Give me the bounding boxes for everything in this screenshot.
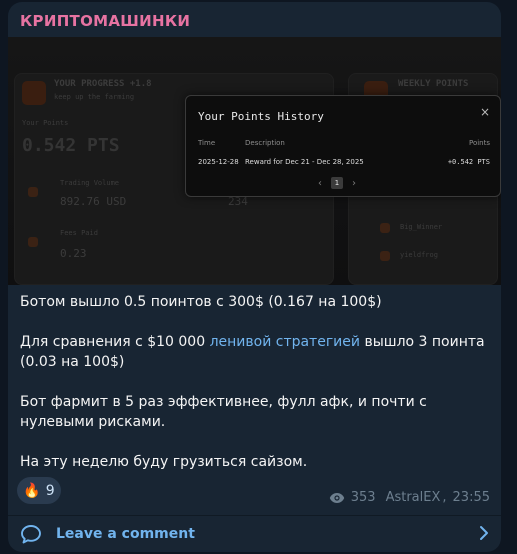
progress-title: YOUR PROGRESS +1.8 (54, 79, 152, 89)
eye-icon (329, 492, 344, 503)
volume-icon (28, 187, 38, 197)
fees-icon (28, 237, 38, 247)
fees-label: Fees Paid (60, 229, 98, 237)
paragraph-4: На эту неделю буду грузиться сайзом. (20, 454, 308, 470)
row-time: 2025-12-28 (198, 158, 239, 166)
lazy-strategy-link[interactable]: ленивой стратегией (210, 334, 360, 350)
trading-volume-label: Trading Volume (60, 179, 120, 187)
leave-comment-button[interactable]: Leave a comment (8, 516, 501, 552)
author-signature: AstralEX (385, 490, 441, 505)
chevron-right-icon (480, 526, 488, 540)
fees-value: 0.23 (60, 247, 87, 260)
prev-page-icon[interactable]: ‹ (318, 178, 322, 189)
message-bubble: КРИПТОМАШИНКИ YOUR PROGRESS +1.8 keep up… (8, 2, 501, 552)
leader2-name: yieldfrog (400, 251, 438, 259)
paragraph-3: Бот фармит в 5 раз эффективнее, фулл афк… (20, 394, 427, 430)
reaction-count: 9 (45, 482, 55, 499)
row-points: +0.542 PTS (447, 158, 490, 166)
leader1-avatar (380, 223, 390, 233)
screenshot-image[interactable]: YOUR PROGRESS +1.8 keep up the farming Y… (8, 37, 501, 285)
channel-name[interactable]: КРИПТОМАШИНКИ (20, 12, 190, 30)
pagination: ‹ 1 › (318, 175, 356, 191)
message-text: Ботом вышло 0.5 поинтов с 300$ (0.167 на… (20, 292, 490, 492)
leader1-name: Big_Winner (400, 223, 443, 231)
views-count: 353 (350, 490, 376, 505)
close-icon[interactable]: × (480, 105, 490, 119)
your-points-label: Your Points (22, 119, 69, 127)
post-time: 23:55 (452, 490, 490, 505)
leave-comment-label: Leave a comment (56, 526, 195, 542)
leader2-avatar (380, 251, 390, 261)
row-description: Reward for Dec 21 - Dec 28, 2025 (245, 158, 364, 166)
paragraph-1: Ботом вышло 0.5 поинтов с 300$ (0.167 на… (20, 294, 382, 310)
page-number[interactable]: 1 (331, 177, 343, 189)
comment-icon (21, 525, 41, 544)
weekly-title: WEEKLY POINTS (398, 79, 469, 89)
your-points-value: 0.542 PTS (22, 135, 120, 156)
fire-reaction[interactable]: 🔥 9 (17, 477, 61, 504)
fire-icon: 🔥 (23, 482, 41, 499)
col-time: Time (198, 139, 216, 147)
col-description: Description (245, 139, 285, 147)
paragraph-2-start: Для сравнения с $10 000 (20, 334, 210, 350)
progress-subtitle: keep up the farming (54, 93, 135, 101)
message-meta: 353 AstralEX, 23:55 (329, 490, 490, 505)
points-history-modal: Your Points History × Time Description P… (185, 95, 501, 197)
progress-icon (22, 81, 46, 105)
next-page-icon[interactable]: › (352, 178, 356, 189)
paragraph-2: Для сравнения с $10 000 ленивой стратеги… (20, 332, 490, 372)
modal-title: Your Points History (198, 110, 324, 123)
trading-volume-value: 892.76 USD (60, 195, 127, 208)
col-points: Points (468, 139, 490, 147)
